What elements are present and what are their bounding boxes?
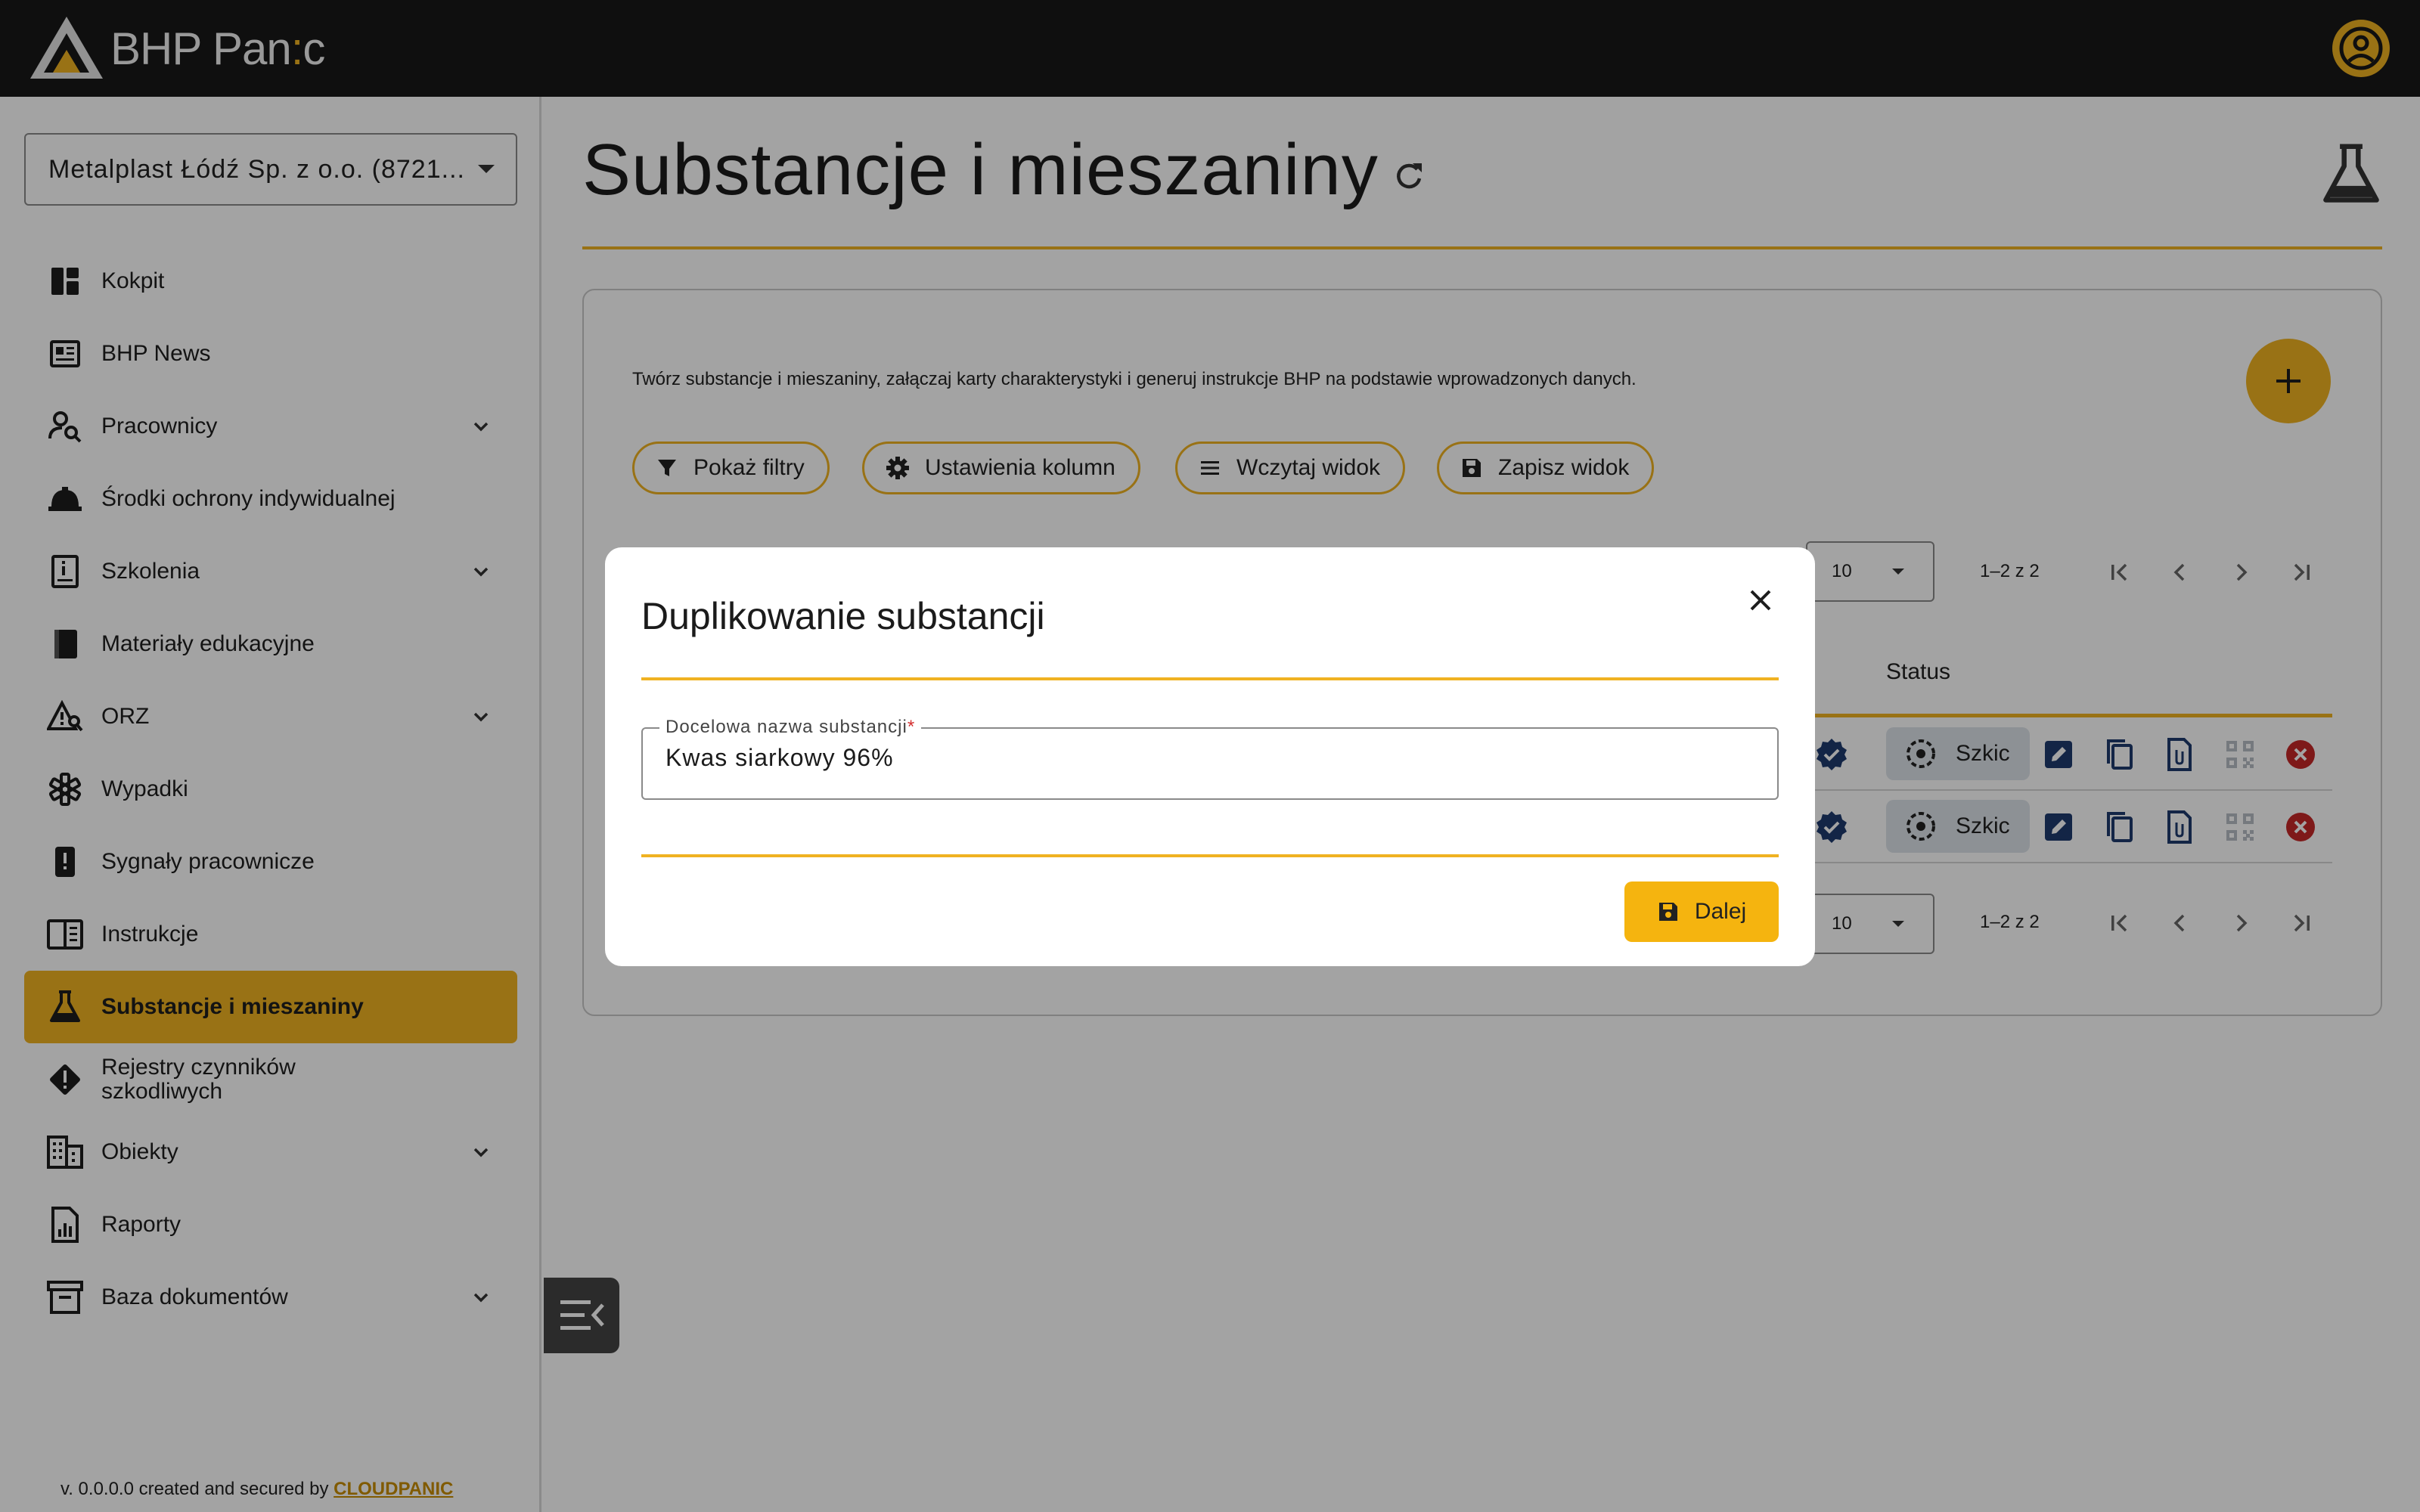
- target-name-field: Docelowa nazwa substancji*: [641, 717, 1779, 800]
- next-button-label: Dalej: [1694, 899, 1747, 924]
- target-name-label: Docelowa nazwa substancji*: [659, 717, 922, 738]
- save-icon: [1658, 903, 1677, 921]
- required-marker: *: [907, 717, 916, 737]
- dialog-header-divider: [641, 677, 1779, 680]
- dialog-footer-divider: [641, 854, 1779, 857]
- dialog-title: Duplikowanie substancji: [641, 595, 1045, 637]
- duplicate-substance-dialog: Duplikowanie substancji Docelowa nazwa s…: [605, 547, 1815, 966]
- target-name-input[interactable]: [666, 744, 1724, 772]
- close-dialog-button[interactable]: [1736, 576, 1785, 624]
- next-button[interactable]: Dalej: [1624, 881, 1779, 942]
- close-icon: [1750, 590, 1771, 611]
